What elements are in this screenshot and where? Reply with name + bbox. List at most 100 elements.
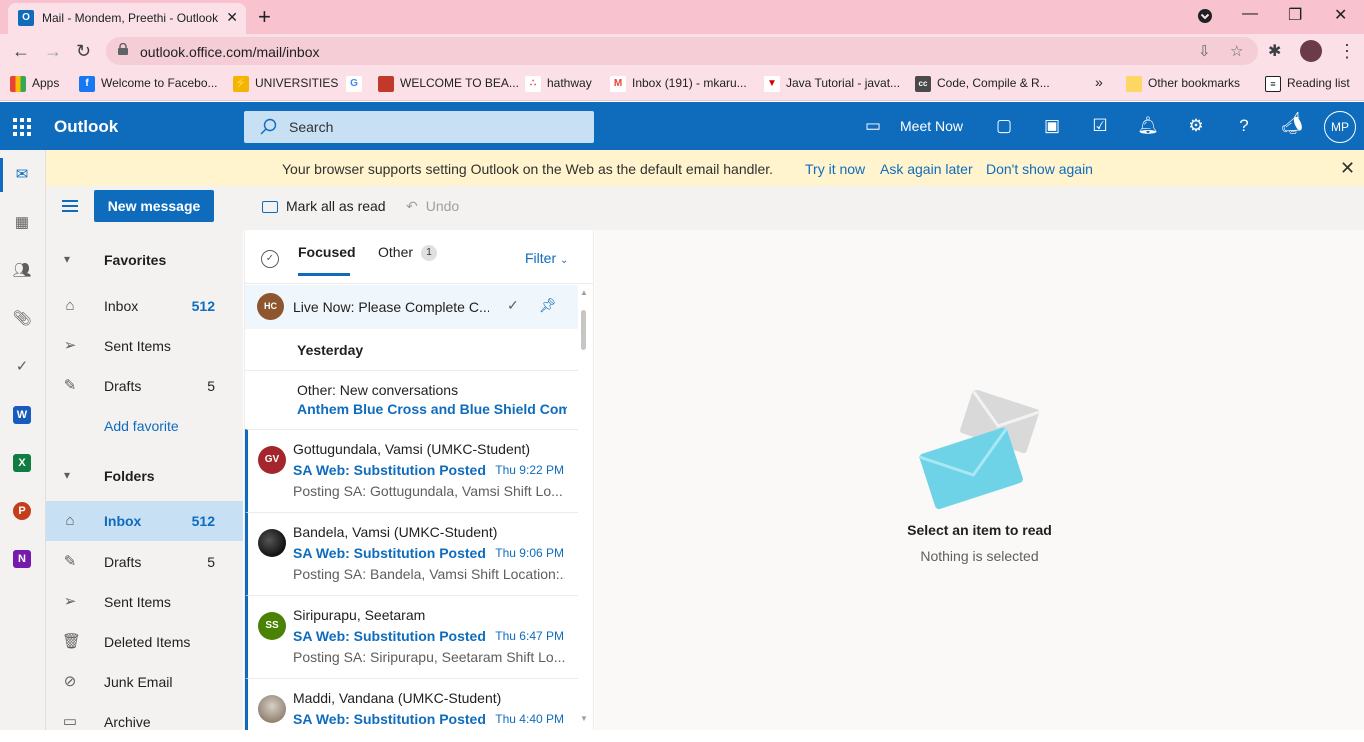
close-infobar-icon[interactable]: ✕ [1340, 158, 1355, 179]
bookmark-star-icon[interactable]: ☆ [1230, 42, 1243, 60]
mark-all-read-button[interactable]: Mark all as read [262, 198, 386, 214]
bookmarks-overflow-icon[interactable]: » [1095, 74, 1103, 90]
new-tab-icon[interactable]: + [258, 4, 271, 30]
omnibox[interactable]: outlook.office.com/mail/inbox ⇩ ☆ [106, 37, 1258, 65]
list-item[interactable]: Maddi, Vandana (UMKC-Student) SA Web: Su… [245, 678, 578, 730]
list-item[interactable]: GV Gottugundala, Vamsi (UMKC-Student) SA… [245, 429, 578, 512]
paperclip-icon[interactable]: 📎︎ [12, 309, 32, 329]
bookmark-hathway[interactable]: ∴ hathway [525, 76, 592, 92]
onenote-icon[interactable]: N [13, 550, 31, 568]
dont-show-again-link[interactable]: Don't show again [986, 161, 1093, 177]
search-input[interactable]: Search [289, 119, 333, 135]
meet-now-button[interactable]: Meet Now [900, 118, 963, 134]
folder-junk-email[interactable]: ⊘ Junk Email [46, 662, 243, 702]
message-preview: Posting SA: Bandela, Vamsi Shift Locatio… [293, 566, 565, 582]
word-icon[interactable]: W [13, 406, 31, 424]
select-all-checkmark-icon[interactable]: ✓ [261, 250, 279, 268]
scrollbar-thumb[interactable] [581, 310, 586, 350]
reading-list[interactable]: ≡ Reading list [1265, 76, 1350, 92]
scroll-down-icon[interactable]: ▼ [580, 714, 588, 723]
sender-name: Gottugundala, Vamsi (UMKC-Student) [293, 441, 531, 457]
folder-deleted-items[interactable]: 🗑︎ Deleted Items [46, 622, 243, 662]
folder-archive[interactable]: ▭ Archive [46, 702, 243, 742]
try-it-now-link[interactable]: Try it now [805, 161, 865, 177]
restore-icon[interactable]: ❐ [1288, 5, 1302, 25]
chevron-down-icon: ▾ [64, 468, 71, 482]
message-list-scrollbar[interactable]: ▲ ▼ [580, 288, 588, 728]
mark-read-checkmark-icon[interactable]: ✓ [507, 297, 519, 314]
gmail-icon: M [610, 76, 626, 92]
list-item[interactable]: Bandela, Vamsi (UMKC-Student) SA Web: Su… [245, 512, 578, 595]
hamburger-icon[interactable] [62, 200, 78, 212]
bookmark-other[interactable]: Other bookmarks [1126, 76, 1240, 92]
bookmark-google[interactable]: G [346, 76, 368, 92]
bell-icon[interactable]: 🔔︎ [1137, 115, 1159, 137]
folder-label: Drafts [104, 554, 142, 570]
office-icon[interactable]: ▣ [1041, 115, 1063, 137]
app-brand[interactable]: Outlook [54, 117, 118, 137]
reload-icon[interactable]: ↻ [76, 41, 91, 62]
help-icon[interactable]: ? [1233, 115, 1255, 137]
folder-count: 5 [207, 378, 215, 394]
back-icon[interactable]: ← [12, 41, 30, 62]
bookmark-apps[interactable]: Apps [10, 76, 59, 92]
chrome-menu-icon[interactable]: ⋮ [1338, 41, 1356, 62]
list-item[interactable]: SS Siripurapu, Seetaram SA Web: Substitu… [245, 595, 578, 678]
pinned-message[interactable]: HC Live Now: Please Complete C... ✓ 📌︎ [245, 285, 578, 329]
folders-header[interactable]: ▾ Folders [46, 456, 243, 496]
bookmark-bea[interactable]: WELCOME TO BEA... [378, 76, 519, 92]
mail-icon[interactable]: ✉ [12, 165, 32, 185]
close-tab-icon[interactable]: ✕ [226, 9, 238, 26]
tab-other[interactable]: Other [378, 244, 413, 260]
folder-sent-items[interactable]: ➢ Sent Items [46, 582, 243, 622]
bookmark-facebook[interactable]: f Welcome to Facebo... [79, 76, 218, 92]
favorite-inbox[interactable]: ⌂ Inbox 512 [46, 286, 243, 326]
calendar-icon[interactable]: ▦ [12, 213, 32, 233]
pin-icon[interactable]: 📌︎ [539, 297, 557, 314]
mark-all-read-label: Mark all as read [286, 198, 386, 214]
powerpoint-icon[interactable]: P [13, 502, 31, 520]
favorite-drafts[interactable]: ✎ Drafts 5 [46, 366, 243, 406]
undo-button[interactable]: ↶ Undo [406, 198, 459, 215]
folder-pane: ▾ Favorites ⌂ Inbox 512 ➢ Sent Items ✎ D… [46, 230, 243, 730]
minimize-icon[interactable]: — [1242, 5, 1258, 23]
folder-inbox[interactable]: ⌂ Inbox 512 [46, 501, 243, 541]
excel-icon[interactable]: X [13, 454, 31, 472]
todo-icon[interactable]: ☑ [1089, 115, 1111, 137]
forward-icon[interactable]: → [44, 41, 62, 62]
gear-icon[interactable]: ⚙ [1185, 115, 1207, 137]
message-scroll-area[interactable]: HC Live Now: Please Complete C... ✓ 📌︎ Y… [245, 285, 578, 730]
bookmark-universities[interactable]: ⚡ UNIVERSITIES [233, 76, 338, 92]
new-message-button[interactable]: New message [94, 190, 214, 222]
reading-empty-title: Select an item to read [907, 522, 1052, 538]
trash-icon: 🗑︎ [62, 633, 82, 650]
tab-focused[interactable]: Focused [298, 244, 356, 260]
ask-again-later-link[interactable]: Ask again later [880, 161, 973, 177]
bookmark-cc[interactable]: cc Code, Compile & R... [915, 76, 1050, 92]
favorites-header[interactable]: ▾ Favorites [46, 240, 243, 280]
extensions-icon[interactable]: ✱ [1268, 41, 1281, 61]
video-camera-icon[interactable]: ▭ [862, 115, 884, 137]
browser-tab[interactable]: O Mail - Mondem, Preethi - Outlook ✕ [8, 3, 246, 34]
search-box[interactable]: Search [244, 111, 594, 143]
pencil-icon: ✎ [63, 377, 77, 394]
bookmark-gmail[interactable]: M Inbox (191) - mkaru... [610, 76, 747, 92]
filter-button[interactable]: Filter ⌄ [525, 250, 568, 266]
checkmark-icon[interactable]: ✓ [12, 357, 32, 377]
profile-avatar[interactable] [1300, 40, 1322, 62]
folder-label: Deleted Items [104, 634, 191, 650]
tab-search-icon[interactable] [1197, 8, 1213, 29]
folder-drafts[interactable]: ✎ Drafts 5 [46, 542, 243, 582]
bookmark-javatpoint[interactable]: ▼ Java Tutorial - javat... [764, 76, 900, 92]
other-new-conversations[interactable]: Other: New conversations Anthem Blue Cro… [245, 370, 578, 429]
app-launcher-icon[interactable] [13, 118, 31, 136]
chat-icon[interactable]: ▢ [993, 115, 1015, 137]
scroll-up-icon[interactable]: ▲ [580, 288, 588, 297]
add-favorite-link[interactable]: Add favorite [104, 418, 179, 434]
window-close-icon[interactable]: ✕ [1334, 5, 1347, 25]
bookmark-label: Java Tutorial - javat... [786, 76, 901, 91]
people-icon[interactable]: 👥︎ [12, 261, 32, 281]
account-avatar[interactable]: MP [1324, 111, 1356, 143]
install-app-icon[interactable]: ⇩ [1198, 42, 1211, 60]
favorite-sent-items[interactable]: ➢ Sent Items [46, 326, 243, 366]
